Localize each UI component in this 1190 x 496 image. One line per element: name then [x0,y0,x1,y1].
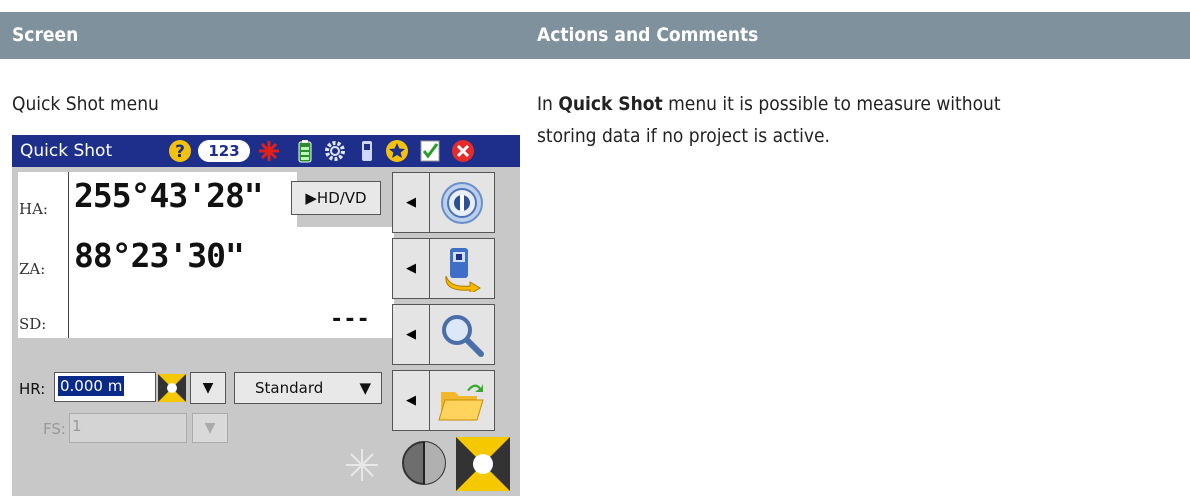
header-actions: Actions and Comments [537,24,759,46]
open-folder-button[interactable]: ◀ [392,370,495,431]
target-icon [430,172,495,233]
laser-pointer-icon[interactable] [257,139,281,163]
ha-value: 255°43'28" [74,176,264,215]
comment-line-2: storing data if no project is active. [537,125,830,147]
device-transfer-icon [430,238,495,299]
open-folder-icon [430,370,495,431]
search-icon [430,304,495,365]
quick-shot-screen: Quick Shot ? 123 HA: 255°43'28" ▶HD/VD Z… [12,135,520,496]
search-button[interactable]: ◀ [392,304,495,365]
close-icon[interactable] [450,139,476,163]
mode-select-value: Standard [255,379,324,397]
ha-label: HA: [19,200,48,218]
hd-vd-button[interactable]: ▶HD/VD [291,181,381,215]
svg-text:?: ? [175,142,185,162]
fs-dropdown-button[interactable]: ▼ [192,413,228,443]
numeric-mode-label: 123 [198,140,250,162]
face-indicator-icon[interactable] [400,439,448,487]
fs-label: FS: [43,420,66,438]
sd-value: --- [330,307,370,332]
laser-off-icon[interactable] [342,445,382,485]
sd-label: SD: [19,315,47,333]
comment-prefix: In [537,93,559,115]
settings-icon[interactable] [322,139,348,163]
panel-divider [68,172,69,338]
battery-icon [295,139,315,163]
instrument-icon[interactable] [358,139,376,163]
header-screen: Screen [12,24,79,46]
comment-line-1: In Quick Shot menu it is possible to mea… [537,88,1001,120]
hr-input[interactable]: 0.000 m [54,372,156,402]
za-value: 88°23'30" [74,236,245,275]
numeric-mode-icon[interactable]: 123 [197,139,251,163]
favorites-icon[interactable] [384,139,410,163]
comment-rest: menu it is possible to measure without [662,93,1001,115]
search-expand-arrow[interactable]: ◀ [392,304,430,365]
hr-label: HR: [19,380,46,398]
screen-caption: Quick Shot menu [12,93,159,115]
chevron-down-icon: ▼ [359,379,371,397]
transfer-expand-arrow[interactable]: ◀ [392,238,430,299]
prism-icon[interactable] [158,374,186,402]
device-transfer-button[interactable]: ◀ [392,238,495,299]
help-icon[interactable]: ? [167,139,193,163]
title-bar: Quick Shot ? 123 [12,135,520,167]
mode-select[interactable]: Standard ▼ [234,372,382,404]
target-prism-icon[interactable] [456,437,510,491]
fs-input[interactable]: 1 [69,413,187,443]
za-label: ZA: [19,260,46,278]
target-button[interactable]: ◀ [392,172,495,233]
comment-bold: Quick Shot [558,93,663,115]
target-expand-arrow[interactable]: ◀ [392,172,430,233]
accept-icon[interactable] [417,139,443,163]
hr-value: 0.000 m [58,376,125,396]
table-header: Screen Actions and Comments [0,0,1190,59]
folder-expand-arrow[interactable]: ◀ [392,370,430,431]
screen-title: Quick Shot [20,141,113,161]
prism-dropdown-button[interactable]: ▼ [190,372,226,404]
